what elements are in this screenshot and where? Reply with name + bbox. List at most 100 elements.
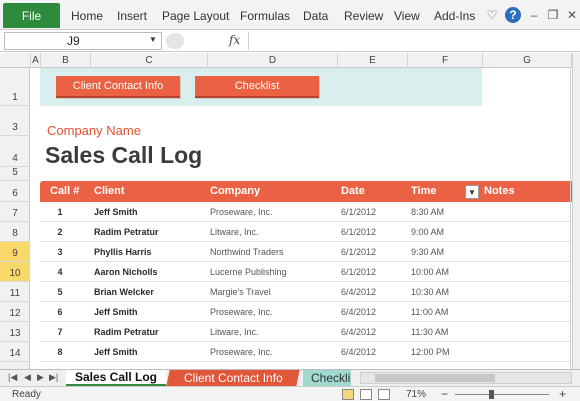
cell-company[interactable]: Lucerne Publishing	[210, 262, 287, 282]
cell-company[interactable]: Margie's Travel	[210, 282, 271, 302]
chevron-down-icon[interactable]: ▼	[149, 35, 157, 44]
insert-function-icon[interactable]: fx	[229, 33, 240, 47]
row-header-11[interactable]: 11	[0, 282, 30, 302]
cell-company[interactable]: Proseware, Inc.	[210, 342, 273, 362]
table-row[interactable]: 2 Radim Petratur Litware, Inc. 6/1/2012 …	[40, 222, 572, 242]
row-header-9[interactable]: 9	[0, 242, 30, 262]
table-row[interactable]: 3 Phyllis Harris Northwind Traders 6/1/2…	[40, 242, 572, 262]
tab-page-layout[interactable]: Page Layout	[162, 9, 229, 23]
help-icon[interactable]: ?	[505, 7, 521, 23]
cell-time[interactable]: 10:30 AM	[411, 282, 449, 302]
cell-client[interactable]: Brian Welcker	[94, 282, 154, 302]
table-row[interactable]: 4 Aaron Nicholls Lucerne Publishing 6/1/…	[40, 262, 572, 282]
row-header-7[interactable]: 7	[0, 202, 30, 222]
row-header-14[interactable]: 14	[0, 342, 30, 362]
cell-client[interactable]: Radim Petratur	[94, 222, 159, 242]
table-row[interactable]: 6 Jeff Smith Proseware, Inc. 6/4/2012 11…	[40, 302, 572, 322]
page-layout-view-icon[interactable]	[360, 389, 372, 400]
column-header-g[interactable]: G	[483, 53, 572, 68]
name-box[interactable]: J9	[4, 32, 162, 50]
cell-time[interactable]: 10:00 AM	[411, 262, 449, 282]
prev-sheet-icon[interactable]: ◀	[24, 372, 31, 383]
row-header-10[interactable]: 10	[0, 262, 30, 282]
tab-formulas[interactable]: Formulas	[240, 9, 290, 23]
cell-date[interactable]: 6/1/2012	[341, 222, 376, 242]
zoom-slider-thumb[interactable]	[489, 390, 494, 399]
row-header-1[interactable]: 1	[0, 68, 30, 106]
tab-add-ins[interactable]: Add-Ins	[434, 9, 475, 23]
row-header-4[interactable]: 4	[0, 136, 30, 167]
zoom-slider[interactable]	[455, 394, 549, 395]
cell-date[interactable]: 6/4/2012	[341, 322, 376, 342]
file-tab[interactable]: File	[3, 3, 60, 28]
cell-client[interactable]: Phyllis Harris	[94, 242, 152, 262]
row-header-13[interactable]: 13	[0, 322, 30, 342]
column-header-b[interactable]: B	[41, 53, 91, 68]
cell-client[interactable]: Jeff Smith	[94, 202, 138, 222]
cell-call-number[interactable]: 6	[40, 302, 80, 322]
column-header-c[interactable]: C	[91, 53, 208, 68]
row-header-3[interactable]: 3	[0, 106, 30, 136]
cell-time[interactable]: 9:00 AM	[411, 222, 444, 242]
header-date[interactable]: Date	[341, 181, 365, 202]
worksheet-grid[interactable]: Client Contact Info Checklist Company Na…	[31, 68, 572, 369]
cell-company[interactable]: Northwind Traders	[210, 242, 284, 262]
header-notes[interactable]: Notes	[484, 181, 515, 202]
cell-time[interactable]: 12:00 PM	[411, 342, 450, 362]
page-title[interactable]: Sales Call Log	[45, 142, 202, 169]
company-name[interactable]: Company Name	[47, 123, 141, 138]
cell-client[interactable]: Jeff Smith	[94, 302, 138, 322]
sheet-tab-client-contact-info[interactable]: Client Contact Info	[166, 370, 300, 386]
vertical-scrollbar[interactable]	[572, 53, 580, 369]
header-time[interactable]: Time	[411, 181, 436, 202]
column-header-f[interactable]: F	[408, 53, 483, 68]
cell-time[interactable]: 9:30 AM	[411, 242, 444, 262]
cell-company[interactable]: Proseware, Inc.	[210, 202, 273, 222]
cell-company[interactable]: Proseware, Inc.	[210, 302, 273, 322]
row-header-8[interactable]: 8	[0, 222, 30, 242]
cell-time[interactable]: 11:30 AM	[411, 322, 448, 342]
table-row[interactable]: 7 Radim Petratur Litware, Inc. 6/4/2012 …	[40, 322, 572, 342]
heart-outline-icon[interactable]: ♡	[484, 7, 500, 23]
page-break-view-icon[interactable]	[378, 389, 390, 400]
cell-date[interactable]: 6/4/2012	[341, 282, 376, 302]
restore-icon[interactable]: ❐	[545, 7, 561, 23]
cell-call-number[interactable]: 5	[40, 282, 80, 302]
cell-call-number[interactable]: 1	[40, 202, 80, 222]
cell-client[interactable]: Radim Petratur	[94, 322, 159, 342]
select-all-corner[interactable]	[0, 53, 31, 68]
column-header-d[interactable]: D	[208, 53, 338, 68]
cell-call-number[interactable]: 2	[40, 222, 80, 242]
next-sheet-icon[interactable]: ▶	[37, 372, 44, 383]
close-icon[interactable]: ✕	[564, 7, 580, 23]
header-company[interactable]: Company	[210, 181, 260, 202]
tab-insert[interactable]: Insert	[117, 9, 147, 23]
header-call-number[interactable]: Call #	[50, 181, 79, 202]
first-sheet-icon[interactable]: |◀	[8, 372, 17, 383]
tab-view[interactable]: View	[394, 9, 420, 23]
cell-client[interactable]: Jeff Smith	[94, 342, 138, 362]
cell-time[interactable]: 11:00 AM	[411, 302, 448, 322]
tab-data[interactable]: Data	[303, 9, 328, 23]
row-header-6[interactable]: 6	[0, 181, 30, 202]
cell-date[interactable]: 6/1/2012	[341, 262, 376, 282]
cell-call-number[interactable]: 4	[40, 262, 80, 282]
scroll-thumb[interactable]	[375, 374, 495, 382]
cell-time[interactable]: 8:30 AM	[411, 202, 444, 222]
formula-input[interactable]	[248, 32, 578, 50]
sheet-tab-checklist[interactable]: Checkli	[303, 370, 351, 386]
sheet-tab-sales-call-log[interactable]: Sales Call Log	[66, 370, 166, 386]
formula-bar-resize-handle[interactable]	[166, 33, 184, 49]
row-header-12[interactable]: 12	[0, 302, 30, 322]
minimize-ribbon-icon[interactable]: –	[526, 7, 542, 23]
checklist-button[interactable]: Checklist	[195, 76, 319, 98]
zoom-level[interactable]: 71%	[406, 389, 426, 400]
table-row[interactable]: 5 Brian Welcker Margie's Travel 6/4/2012…	[40, 282, 572, 302]
cell-company[interactable]: Litware, Inc.	[210, 322, 259, 342]
normal-view-icon[interactable]	[342, 389, 354, 400]
cell-call-number[interactable]: 3	[40, 242, 80, 262]
filter-dropdown-icon[interactable]: ▼	[465, 185, 479, 199]
cell-date[interactable]: 6/1/2012	[341, 202, 376, 222]
cell-date[interactable]: 6/4/2012	[341, 342, 376, 362]
column-header-a[interactable]: A	[31, 53, 41, 68]
